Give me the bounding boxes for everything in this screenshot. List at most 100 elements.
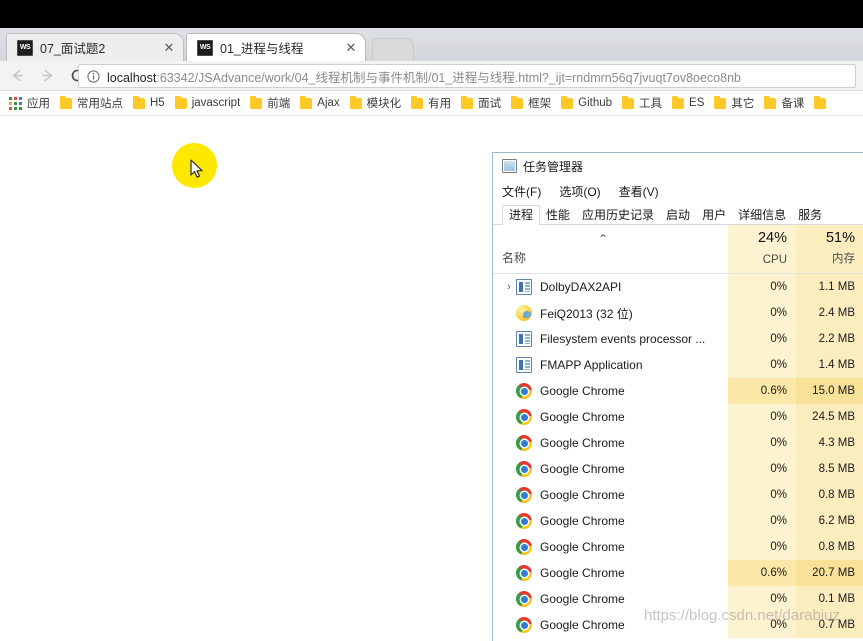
tab-processes[interactable]: 进程 — [502, 205, 541, 225]
bookmark-item[interactable]: javascript — [170, 93, 246, 113]
bookmark-item[interactable]: 工具 — [617, 93, 667, 113]
process-memory: 2.2 MB — [796, 326, 863, 352]
table-row[interactable]: › DolbyDAX2API 0% 1.1 MB — [493, 274, 863, 300]
process-name: DolbyDAX2API — [540, 280, 622, 294]
bookmarks-bar: 应用 常用站点 H5 javascript 前端 Ajax 模块化 有用 面试 … — [0, 91, 863, 116]
process-memory: 20.7 MB — [796, 560, 863, 586]
task-manager-window: 任务管理器 文件(F) 选项(O) 查看(V) 进程 性能 应用历史记录 启动 … — [492, 152, 863, 641]
menu-file[interactable]: 文件(F) — [502, 183, 541, 200]
table-row[interactable]: Google Chrome 0% 0.8 MB — [493, 534, 863, 560]
process-name-cell: Google Chrome — [502, 487, 728, 503]
bookmark-item[interactable]: 面试 — [456, 93, 506, 113]
bookmark-item[interactable]: Ajax — [295, 93, 344, 113]
bookmark-apps[interactable]: 应用 — [4, 93, 55, 113]
table-row[interactable]: Google Chrome 0% 0.1 MB — [493, 586, 863, 612]
bookmark-item[interactable]: 常用站点 — [55, 93, 128, 113]
table-row[interactable]: Google Chrome 0% 24.5 MB — [493, 404, 863, 430]
process-name: Google Chrome — [540, 592, 625, 606]
task-manager-icon — [502, 159, 517, 173]
bookmark-item-overflow[interactable] — [809, 93, 836, 113]
process-memory: 2.4 MB — [796, 300, 863, 326]
process-name: FMAPP Application — [540, 358, 643, 372]
folder-icon — [622, 95, 635, 109]
bookmark-label: Github — [578, 97, 613, 109]
feiq-icon — [516, 305, 532, 321]
column-header-name[interactable]: ⌃ 名称 — [502, 225, 728, 273]
process-cpu: 0.6% — [728, 560, 796, 586]
table-row[interactable]: Google Chrome 0.6% 20.7 MB — [493, 560, 863, 586]
chrome-icon — [516, 513, 532, 529]
apps-grid-icon — [9, 96, 22, 110]
info-circle-icon[interactable] — [85, 68, 101, 84]
column-header-cpu[interactable]: 24% CPU — [728, 225, 796, 273]
process-name-cell: › DolbyDAX2API — [502, 279, 728, 295]
table-row[interactable]: Google Chrome 0% 8.5 MB — [493, 456, 863, 482]
folder-icon — [672, 95, 685, 109]
url-display: localhost:63342/JSAdvance/work/04_线程机制与事… — [107, 67, 741, 86]
process-table: ⌃ 名称 24% CPU 51% 内存 › DolbyDAX2API 0% 1.1 M… — [493, 225, 863, 638]
table-row[interactable]: Google Chrome 0% 0.8 MB — [493, 482, 863, 508]
table-row[interactable]: FeiQ2013 (32 位) 0% 2.4 MB — [493, 300, 863, 326]
tab-details[interactable]: 详细信息 — [732, 206, 792, 225]
folder-icon — [461, 95, 474, 109]
tab-performance[interactable]: 性能 — [540, 206, 576, 225]
back-arrow-icon[interactable] — [4, 63, 30, 89]
bookmark-item[interactable]: 其它 — [709, 93, 759, 113]
bookmark-item[interactable]: 备课 — [759, 93, 809, 113]
browser-tab-1[interactable]: WS 01_进程与线程 ✕ — [186, 33, 366, 61]
process-memory: 0.8 MB — [796, 482, 863, 508]
bookmark-item[interactable]: 模块化 — [345, 93, 407, 113]
process-memory: 1.1 MB — [796, 274, 863, 300]
process-memory: 6.2 MB — [796, 508, 863, 534]
tab-app-history[interactable]: 应用历史记录 — [576, 206, 660, 225]
process-table-header: ⌃ 名称 24% CPU 51% 内存 — [493, 225, 863, 274]
bookmark-item[interactable]: 框架 — [506, 93, 556, 113]
bookmark-label: 前端 — [267, 98, 291, 110]
browser-tab-0[interactable]: WS 07_面试题2 ✕ — [6, 33, 184, 61]
table-row[interactable]: Google Chrome 0% 6.2 MB — [493, 508, 863, 534]
chrome-icon — [516, 461, 532, 477]
window-title: 任务管理器 — [523, 159, 584, 174]
bookmark-item[interactable]: ES — [667, 93, 709, 113]
bookmark-label: 面试 — [478, 98, 502, 110]
chrome-icon — [516, 383, 532, 399]
bookmark-item[interactable]: H5 — [128, 93, 170, 113]
process-cpu: 0% — [728, 352, 796, 378]
process-cpu: 0% — [728, 274, 796, 300]
tab-users[interactable]: 用户 — [696, 206, 732, 225]
expand-chevron-icon[interactable]: › — [502, 281, 516, 293]
tab-startup[interactable]: 启动 — [660, 206, 696, 225]
process-memory: 0.8 MB — [796, 534, 863, 560]
menu-view[interactable]: 查看(V) — [619, 183, 659, 200]
close-icon[interactable]: ✕ — [343, 40, 359, 56]
bookmark-item[interactable]: 前端 — [245, 93, 295, 113]
memory-total-percent: 51% — [825, 230, 855, 246]
chrome-icon — [516, 617, 532, 633]
column-label-name: 名称 — [502, 251, 527, 265]
folder-icon — [411, 95, 424, 109]
table-row[interactable]: Google Chrome 0% 4.3 MB — [493, 430, 863, 456]
bookmark-label: H5 — [150, 97, 165, 109]
tab-services[interactable]: 服务 — [792, 206, 828, 225]
column-label-cpu: CPU — [762, 254, 787, 266]
table-row[interactable]: Google Chrome 0.6% 15.0 MB — [493, 378, 863, 404]
process-cpu: 0% — [728, 326, 796, 352]
process-cpu: 0% — [728, 430, 796, 456]
table-row[interactable]: FMAPP Application 0% 1.4 MB — [493, 352, 863, 378]
task-manager-tabs: 进程 性能 应用历史记录 启动 用户 详细信息 服务 — [493, 203, 863, 225]
new-tab-button[interactable] — [372, 38, 414, 61]
folder-icon — [250, 95, 263, 109]
url-path: :63342/JSAdvance/work/04_线程机制与事件机制/01_进程… — [156, 70, 741, 85]
generic-app-icon — [516, 357, 532, 373]
bookmark-item[interactable]: 有用 — [406, 93, 456, 113]
address-bar[interactable]: localhost:63342/JSAdvance/work/04_线程机制与事… — [78, 64, 856, 88]
process-name-cell: Filesystem events processor ... — [502, 331, 728, 347]
table-row[interactable]: Filesystem events processor ... 0% 2.2 MB — [493, 326, 863, 352]
column-header-memory[interactable]: 51% 内存 — [796, 225, 863, 273]
table-row[interactable]: Google Chrome 0% 0.7 MB — [493, 612, 863, 638]
bookmark-label: 工具 — [639, 98, 663, 110]
forward-arrow-icon[interactable] — [34, 63, 60, 89]
menu-options[interactable]: 选项(O) — [559, 183, 600, 200]
bookmark-item[interactable]: Github — [556, 93, 617, 113]
close-icon[interactable]: ✕ — [161, 40, 177, 56]
